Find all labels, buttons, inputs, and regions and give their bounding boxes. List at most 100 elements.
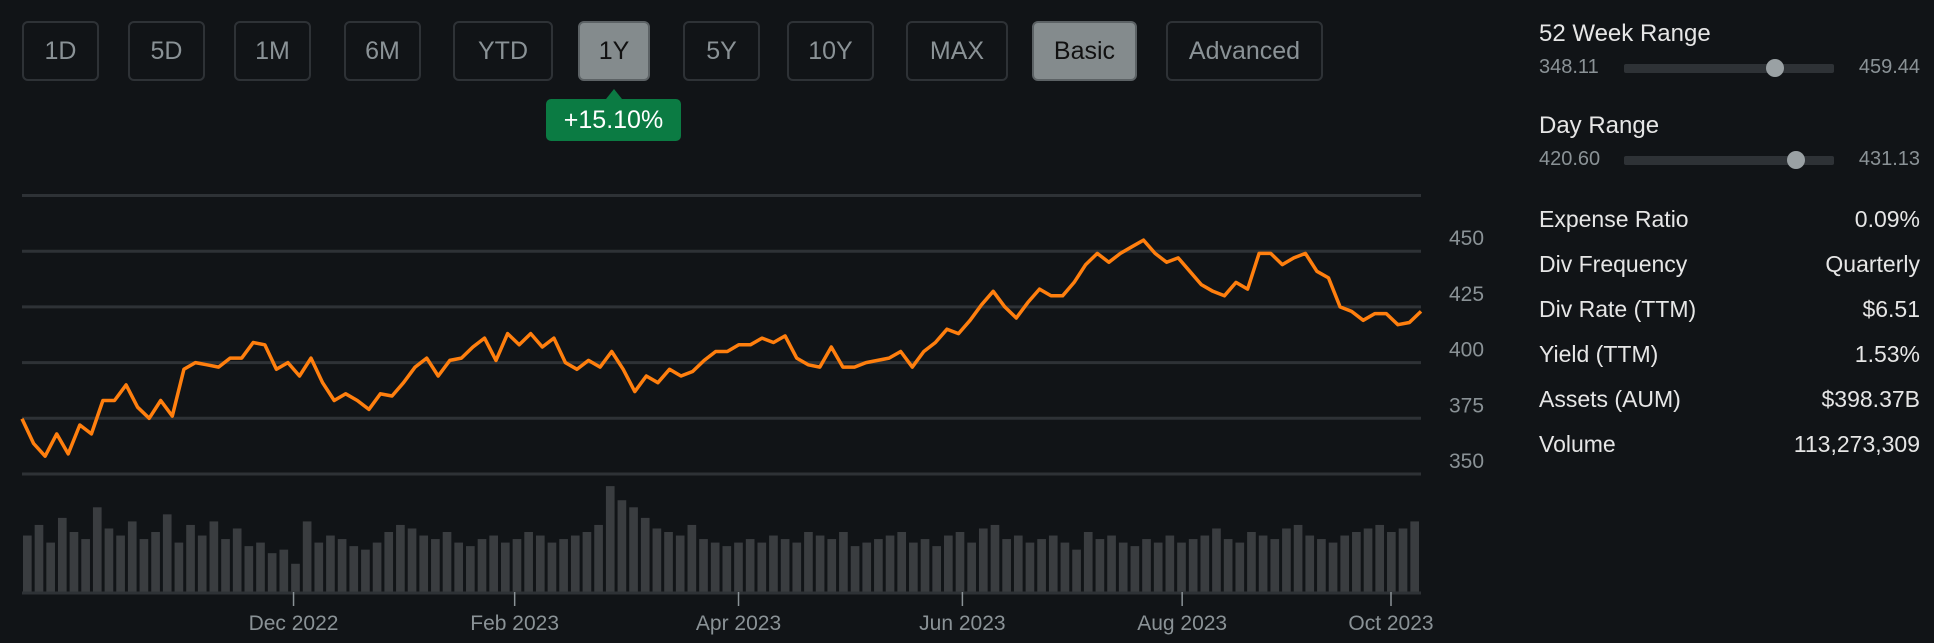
volume-bar	[804, 532, 813, 592]
volume-bar	[512, 539, 522, 592]
volume-bar	[850, 546, 860, 592]
volume-bar	[594, 524, 603, 592]
volume-bar	[454, 542, 464, 592]
volume-bar	[1270, 539, 1280, 592]
volume-bar	[524, 532, 533, 592]
stat-value: 113,273,309	[1793, 431, 1920, 457]
volume-bar	[780, 539, 790, 592]
stat-row: Assets (AUM) $398.37B	[1539, 386, 1920, 413]
volume-bar	[314, 542, 324, 592]
volume-bar	[769, 535, 778, 592]
x-tick-label: Apr 2023	[696, 612, 781, 635]
volume-bar	[442, 532, 452, 592]
volume-bar	[605, 486, 615, 592]
volume-bar	[944, 535, 953, 592]
volume-bar	[162, 514, 172, 592]
week52-knob	[1766, 59, 1785, 77]
volume-bar	[710, 542, 720, 592]
day-low: 420.60	[1539, 148, 1601, 170]
stat-label: Yield (TTM)	[1539, 341, 1659, 367]
volume-bar	[291, 563, 300, 592]
volume-bar	[722, 546, 732, 592]
volume-bar	[1107, 535, 1116, 592]
y-tick-label: 450	[1449, 227, 1484, 250]
volume-bar	[675, 535, 685, 592]
volume-bar	[1410, 521, 1419, 592]
stat-value: $398.37B	[1821, 386, 1920, 412]
volume-bar	[1387, 532, 1396, 592]
volume-bar	[372, 542, 382, 592]
price-line	[20, 238, 1423, 458]
volume-bar	[267, 553, 277, 592]
volume-bar	[1153, 542, 1163, 592]
volume-bar	[1328, 542, 1338, 592]
volume-bar	[1247, 532, 1256, 592]
week52-label: 52 Week Range	[1539, 20, 1711, 47]
stat-row: Volume 113,273,309	[1539, 431, 1920, 458]
volume-bar	[955, 532, 965, 592]
volume-bar	[1352, 532, 1361, 592]
volume-bar	[92, 507, 102, 592]
volume-bar	[244, 546, 254, 592]
volume-bar	[1398, 528, 1408, 592]
volume-bar	[792, 542, 802, 592]
volume-bar	[640, 517, 650, 592]
volume-bar	[629, 507, 638, 592]
volume-bar	[570, 535, 580, 592]
stat-row: Div Frequency Quarterly	[1539, 251, 1920, 278]
stat-label: Expense Ratio	[1539, 206, 1689, 232]
volume-bar	[1258, 535, 1268, 592]
volume-bar	[349, 546, 359, 592]
y-tick-label: 375	[1449, 394, 1484, 417]
volume-bar	[874, 539, 883, 592]
volume-bar	[34, 524, 44, 592]
volume-bar	[582, 532, 592, 592]
volume-bar	[104, 528, 114, 592]
volume-bar	[500, 542, 510, 592]
volume-bar	[1340, 535, 1350, 592]
volume-bar	[431, 539, 440, 592]
volume-bar	[1293, 524, 1303, 592]
week52-low: 348.11	[1539, 56, 1599, 78]
volume-bar	[81, 539, 90, 592]
volume-bar	[127, 521, 137, 592]
volume-bar	[1305, 535, 1315, 592]
day-high: 431.13	[1858, 148, 1920, 170]
volume-bar	[815, 535, 825, 592]
volume-bar	[909, 542, 918, 592]
volume-bar	[361, 549, 370, 592]
x-tick-label: Feb 2023	[470, 612, 559, 635]
volume-bar	[1130, 546, 1140, 592]
volume-bar	[885, 535, 895, 592]
week52-range: 348.11 459.44	[1539, 56, 1920, 80]
volume-bar	[1060, 542, 1070, 592]
volume-bar	[1118, 542, 1128, 592]
day-range: 420.60 431.13	[1539, 148, 1920, 172]
volume-bar	[1200, 535, 1210, 592]
volume-bar	[69, 532, 79, 592]
stat-value: Quarterly	[1825, 251, 1920, 277]
volume-bar	[1025, 542, 1035, 592]
volume-bar	[46, 542, 55, 592]
volume-bar	[1142, 539, 1151, 592]
stat-label: Div Frequency	[1539, 251, 1688, 277]
volume-bar	[617, 500, 627, 592]
volume-bar	[1223, 539, 1233, 592]
x-tick-label: Dec 2022	[249, 612, 339, 635]
volume-bar	[734, 542, 743, 592]
volume-bar	[862, 542, 872, 592]
volume-bar	[209, 521, 219, 592]
volume-bar	[559, 539, 568, 592]
volume-bar	[1282, 528, 1291, 592]
stat-row: Expense Ratio 0.09%	[1539, 206, 1920, 233]
volume-bar	[1095, 539, 1105, 592]
volume-bar	[407, 528, 417, 592]
volume-bar	[1212, 528, 1221, 592]
volume-bar	[967, 542, 976, 592]
volume-bar	[1188, 539, 1198, 592]
y-tick-label: 425	[1449, 283, 1484, 306]
stat-value: 1.53%	[1854, 341, 1920, 367]
day-range-label: Day Range	[1539, 112, 1660, 139]
stat-value: $6.51	[1862, 296, 1920, 322]
volume-bar	[699, 539, 708, 592]
